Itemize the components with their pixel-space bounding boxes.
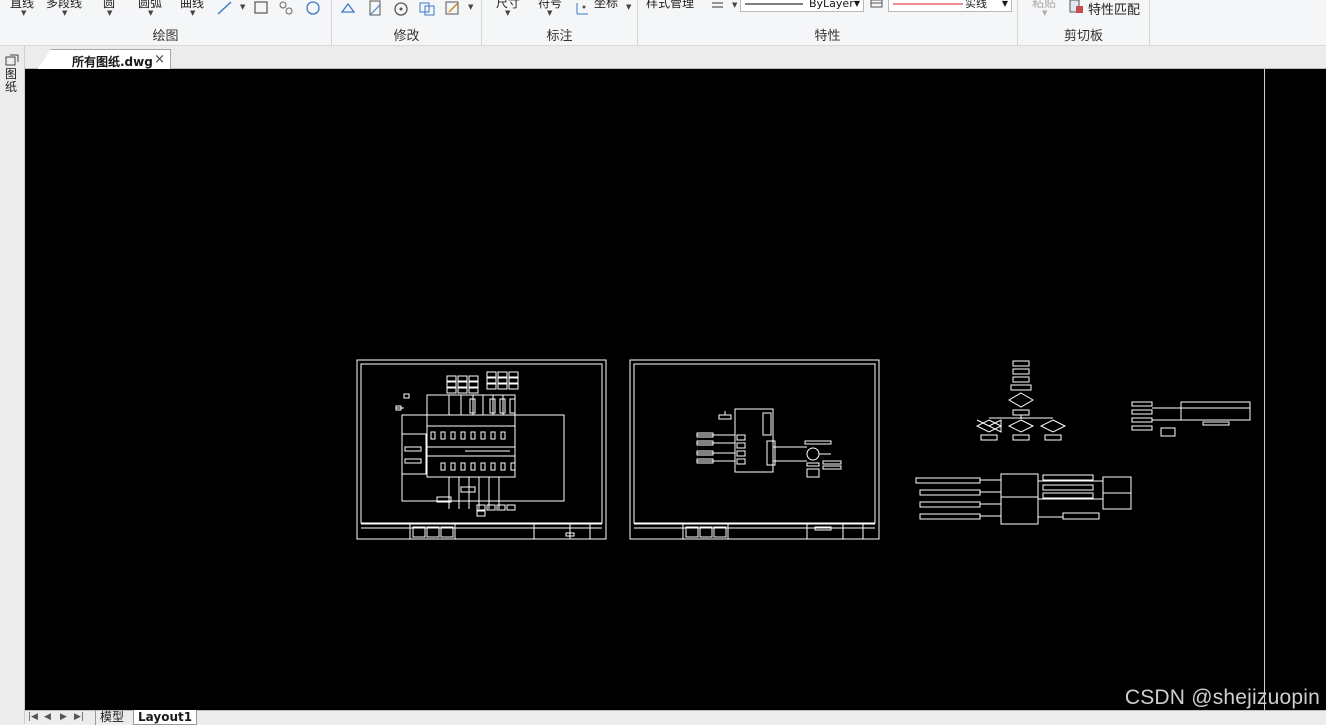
watermark: CSDN @shejizuopin: [1124, 686, 1320, 709]
line-weight-dropdown-icon[interactable]: ▼: [732, 1, 737, 9]
modify-panel: ▼ 修改: [332, 0, 482, 46]
region-icon[interactable]: [304, 0, 322, 16]
clipboard-panel: 粘贴 ▼ 特性匹配 剪切板: [1018, 0, 1150, 46]
edit-icon[interactable]: [444, 0, 462, 16]
annotation-panel-title: 标注: [546, 29, 573, 44]
tab-layout1[interactable]: Layout1: [133, 710, 198, 725]
clipboard-panel-title: 剪切板: [1063, 29, 1103, 44]
tab-model[interactable]: 模型: [95, 710, 128, 725]
sheet-set-label: 图纸: [5, 67, 18, 94]
flowchart-diagram: [975, 360, 1067, 441]
color-select-arrow-icon: ▼: [853, 0, 860, 8]
viewport-border: [1264, 69, 1265, 710]
line-dropdown-icon[interactable]: ▼: [21, 9, 26, 17]
mirror-icon[interactable]: [366, 0, 384, 16]
linetype-scale-icon[interactable]: [868, 0, 886, 14]
line-tool-dropdown-icon[interactable]: ▼: [240, 3, 245, 11]
circle-dropdown-icon[interactable]: ▼: [107, 9, 112, 17]
drawing-sheet-2: [629, 359, 880, 540]
ribbon: 直线 ▼ 多段线 ▼ 圆 ▼ 圆弧 ▼ 曲线 ▼ ▼ 绘图 ▼ 修改 尺寸 ▼ …: [0, 0, 1326, 46]
modify-dropdown-icon[interactable]: ▼: [468, 3, 473, 11]
annotation-panel: 尺寸 ▼ 符号 ▼ 坐标 ▼ 标注: [482, 0, 638, 46]
document-tab-label: 所有图纸.dwg: [72, 55, 153, 69]
rectangle-icon[interactable]: [252, 0, 270, 16]
color-select[interactable]: ByLayer ▼: [740, 0, 864, 12]
color-line-sample: [745, 3, 803, 5]
coordinate-icon[interactable]: [574, 0, 592, 16]
linetype-select-value: 实线: [965, 0, 987, 10]
block-diagram-1: [1131, 401, 1251, 437]
color-select-value: ByLayer: [809, 0, 854, 10]
properties-panel: 样式管理 ▼ ByLayer ▼ 实线 ▼ 特性: [638, 0, 1018, 46]
draw-panel: 直线 ▼ 多段线 ▼ 圆 ▼ 圆弧 ▼ 曲线 ▼ ▼ 绘图: [0, 0, 332, 46]
document-tab-bar: 所有图纸.dwg ×: [25, 46, 1326, 70]
dimension-dropdown-icon[interactable]: ▼: [505, 9, 510, 17]
style-manager-button[interactable]: 样式管理: [646, 0, 694, 11]
sheet-set-icon[interactable]: [5, 54, 20, 66]
symbol-dropdown-icon[interactable]: ▼: [547, 9, 552, 17]
properties-panel-title: 特性: [814, 29, 841, 44]
last-layout-icon[interactable]: ▶|: [74, 712, 84, 722]
arc-dropdown-icon[interactable]: ▼: [148, 9, 153, 17]
modify-panel-title: 修改: [393, 29, 420, 44]
hatch-icon[interactable]: [277, 0, 295, 16]
curve-dropdown-icon[interactable]: ▼: [190, 9, 195, 17]
linetype-select[interactable]: 实线 ▼: [888, 0, 1012, 12]
close-icon[interactable]: ×: [154, 52, 165, 67]
stretch-icon[interactable]: [340, 0, 358, 16]
next-layout-icon[interactable]: ▶: [60, 712, 67, 722]
polyline-dropdown-icon[interactable]: ▼: [62, 9, 67, 17]
paste-dropdown-icon[interactable]: ▼: [1042, 9, 1047, 17]
block-diagram-2: [915, 473, 1132, 525]
rotate-icon[interactable]: [392, 0, 410, 16]
copy-icon[interactable]: [418, 0, 436, 16]
linetype-select-arrow-icon: ▼: [1001, 0, 1008, 8]
drawing-content: [356, 359, 1251, 540]
draw-panel-title: 绘图: [152, 29, 179, 44]
sheet-set-strip[interactable]: 图纸: [0, 46, 25, 724]
layout-tab-bar: |◀ ◀ ▶ ▶| 模型 Layout1: [25, 710, 1326, 725]
coordinate-button[interactable]: 坐标: [594, 0, 618, 11]
line-tool-icon[interactable]: [216, 0, 234, 16]
first-layout-icon[interactable]: |◀: [28, 712, 38, 722]
document-tab[interactable]: 所有图纸.dwg ×: [37, 49, 171, 70]
linetype-line-sample: [893, 3, 963, 5]
drawing-sheet-1: [356, 359, 607, 540]
match-properties-icon[interactable]: [1068, 0, 1086, 14]
line-weight-icon[interactable]: [709, 0, 727, 16]
match-properties-button[interactable]: 特性匹配: [1088, 0, 1140, 18]
drawing-canvas[interactable]: [25, 69, 1326, 710]
previous-layout-icon[interactable]: ◀: [44, 712, 51, 722]
coordinate-dropdown-icon[interactable]: ▼: [626, 3, 631, 11]
